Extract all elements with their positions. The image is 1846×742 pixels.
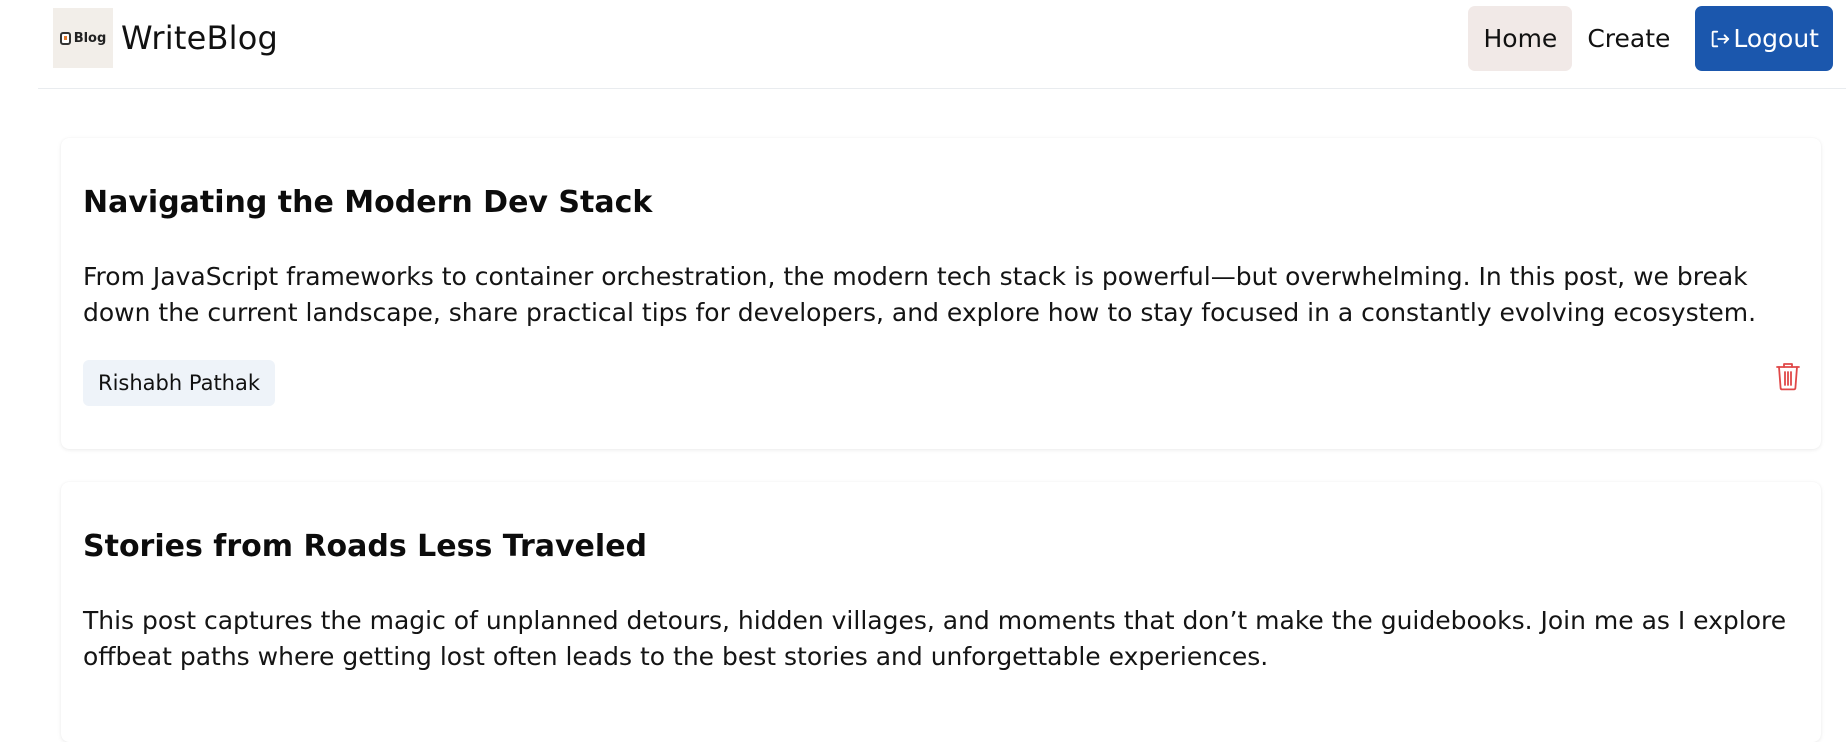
post-body: From JavaScript frameworks to container …	[83, 262, 1757, 327]
trash-icon	[1776, 363, 1800, 391]
logo-text: Blog	[73, 30, 107, 46]
nav-link-home[interactable]: Home	[1468, 6, 1573, 71]
nav-link-create[interactable]: Create	[1572, 6, 1685, 71]
nav-links: Home Create Logout	[1468, 6, 1833, 71]
logout-button[interactable]: Logout	[1695, 6, 1833, 71]
brand[interactable]: Blog WriteBlog	[53, 8, 278, 68]
brand-name[interactable]: WriteBlog	[121, 19, 278, 57]
delete-button[interactable]	[1775, 361, 1801, 391]
post-title[interactable]: Stories from Roads Less Traveled	[83, 529, 647, 564]
author-badge: Rishabh Pathak	[83, 360, 276, 406]
navbar: Blog WriteBlog Home Create Logout	[38, 0, 1846, 89]
post-title[interactable]: Navigating the Modern Dev Stack	[83, 185, 652, 220]
blog-logo-icon	[59, 31, 71, 45]
post-body: This post captures the magic of unplanne…	[83, 606, 1787, 671]
logo[interactable]: Blog	[53, 8, 113, 68]
post-card: Stories from Roads Less Traveled This po…	[61, 482, 1821, 742]
logout-icon	[1709, 28, 1731, 50]
logout-label: Logout	[1733, 24, 1819, 53]
post-card: Navigating the Modern Dev Stack From Jav…	[61, 138, 1821, 449]
